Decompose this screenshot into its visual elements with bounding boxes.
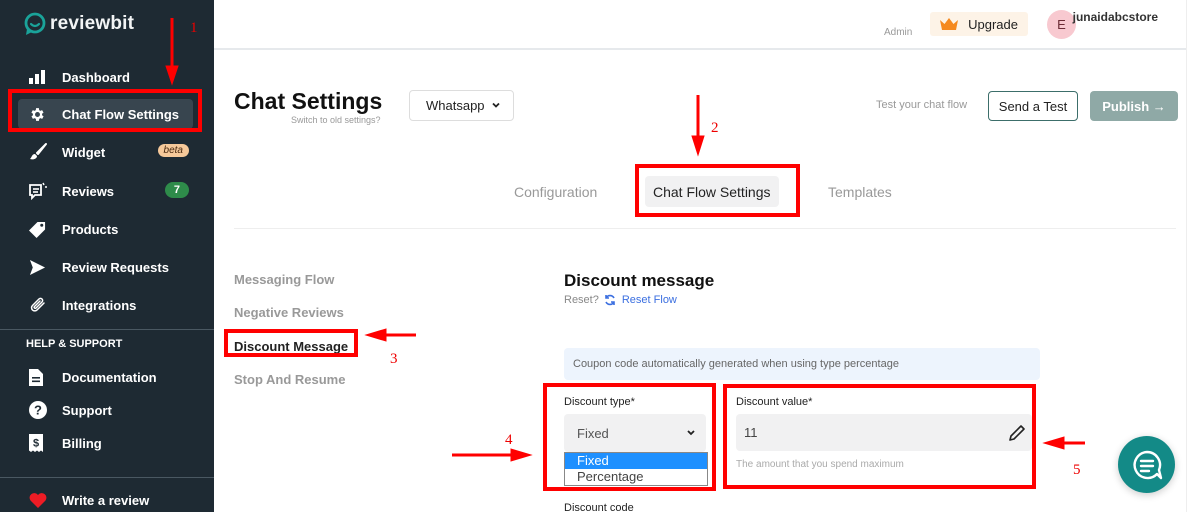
reviews-icon [29,182,51,200]
scrollbar[interactable] [1186,0,1200,512]
page-title: Chat Settings [234,88,383,114]
arrow-2 [691,95,705,157]
sidebar-item-label: Write a review [62,492,150,508]
annotation-number-4: 4 [505,432,513,448]
switch-old-settings-link[interactable]: Switch to old settings? [291,115,381,125]
sidebar-item-documentation[interactable]: Documentation [18,362,193,392]
chat-launcher-button[interactable] [1118,436,1175,493]
sidebar-item-label: Integrations [62,297,137,313]
publish-button[interactable]: Publish → [1090,91,1178,121]
annotation-number-5: 5 [1073,462,1081,478]
sidebar-item-write-review[interactable]: Write a review [18,485,193,512]
arrow-3 [364,328,416,342]
svg-text:$: $ [33,438,39,450]
annotation-box-4 [543,383,716,491]
subnav-stop-and-resume[interactable]: Stop And Resume [234,372,345,387]
reset-prefix: Reset? [564,294,599,306]
upgrade-label: Upgrade [968,16,1018,32]
send-icon [29,258,51,276]
sidebar-item-billing[interactable]: $ Billing [18,428,193,458]
logo-text: reviewbit [50,13,135,34]
annotation-box-5 [723,384,1036,489]
sidebar-item-label: Products [62,221,119,237]
sidebar-item-review-requests[interactable]: Review Requests [18,252,193,282]
annotation-box-1 [8,89,202,132]
arrow-4 [452,448,533,462]
chat-bubble-icon [1132,450,1162,479]
sidebar-item-label: Billing [62,435,102,451]
sidebar-item-products[interactable]: Products [18,214,193,244]
annotation-number-2: 2 [711,120,719,136]
svg-text:?: ? [34,403,42,418]
chevron-down-icon [492,102,500,108]
upgrade-button[interactable]: Upgrade [930,12,1028,36]
sidebar-item-label: Review Requests [62,259,169,275]
tab-templates[interactable]: Templates [828,176,892,207]
tag-icon [29,220,51,238]
bar-chart-icon [29,68,51,86]
question-icon: ? [29,401,51,419]
annotation-number-1: 1 [190,20,198,36]
help-support-title: HELP & SUPPORT [26,338,123,350]
reset-row: Reset? Reset Flow [564,294,677,306]
subnav-negative-reviews[interactable]: Negative Reviews [234,305,344,320]
user-name[interactable]: junaidabcstore [1073,10,1158,24]
arrow-5 [1042,436,1085,450]
sidebar-item-label: Support [62,402,112,418]
receipt-icon: $ [29,434,51,452]
channel-select[interactable]: Whatsapp [409,90,514,121]
sidebar-divider [0,477,214,478]
sidebar: reviewbit Dashboard Chat Flow Settings W… [0,0,214,512]
app-root: reviewbit Dashboard Chat Flow Settings W… [0,0,1200,512]
send-test-button[interactable]: Send a Test [988,91,1078,121]
subnav-messaging-flow[interactable]: Messaging Flow [234,272,334,287]
sidebar-item-dashboard[interactable]: Dashboard [18,62,193,92]
sidebar-item-support[interactable]: ? Support [18,395,193,425]
discount-code-label: Discount code [564,502,634,512]
section-heading: Discount message [564,271,715,290]
beta-badge: beta [157,144,189,157]
sidebar-item-label: Dashboard [62,69,130,85]
annotation-box-2 [635,164,800,217]
annotation-number-3: 3 [390,351,398,367]
sidebar-item-label: Documentation [62,369,157,385]
reviews-count-badge: 7 [164,182,189,198]
avatar[interactable]: E [1047,10,1076,39]
logo[interactable]: reviewbit [23,12,134,36]
sidebar-item-reviews[interactable]: Reviews 7 [18,176,193,206]
tabs-divider [234,228,1176,229]
user-role: Admin [884,27,913,38]
sidebar-item-integrations[interactable]: Integrations [18,290,193,320]
paperclip-icon [29,296,51,314]
channel-value: Whatsapp [426,98,485,113]
topbar: Upgrade E junaidabcstore [214,0,1186,50]
reset-flow-label: Reset Flow [621,294,677,306]
info-box: Coupon code automatically generated when… [564,348,1040,380]
sidebar-item-label: Widget [62,144,106,160]
document-icon [29,368,51,386]
sidebar-item-widget[interactable]: Widget beta [18,137,193,167]
reset-flow-link[interactable]: Reset Flow [604,294,677,306]
brush-icon [29,143,51,161]
tab-configuration[interactable]: Configuration [514,176,597,207]
crown-icon [940,18,959,30]
sidebar-divider [0,329,214,330]
test-chat-flow-label: Test your chat flow [876,99,968,111]
annotation-box-3 [224,329,358,357]
heart-icon [29,491,51,509]
refresh-icon [605,294,615,306]
sidebar-item-label: Reviews [62,183,115,199]
logo-chat-icon [24,12,46,35]
